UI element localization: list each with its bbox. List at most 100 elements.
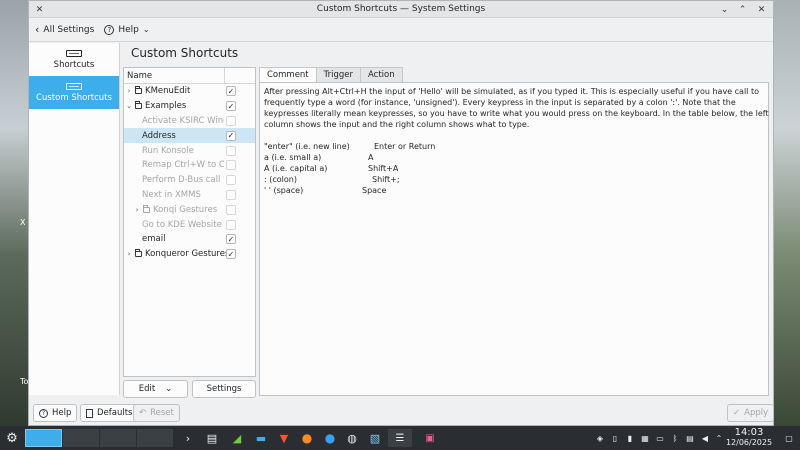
comment-input: ' ' (space) bbox=[264, 186, 304, 195]
row-checkbox[interactable] bbox=[226, 175, 236, 186]
tree-row[interactable]: Go to KDE Website bbox=[124, 217, 255, 232]
keyboard-layout-icon[interactable]: ▦ bbox=[639, 431, 651, 445]
edit-label: Edit bbox=[138, 384, 156, 394]
row-checkbox[interactable] bbox=[226, 115, 236, 126]
system-monitor-icon[interactable]: ▧ bbox=[366, 429, 384, 447]
chevron-right-icon[interactable]: › bbox=[125, 250, 133, 258]
settings-window: ✕ Custom Shortcuts — System Settings ⌄ ⌃… bbox=[28, 0, 775, 426]
comment-paragraph: After pressing Alt+Ctrl+H the input of '… bbox=[264, 87, 769, 129]
taskbar: ⚙ › ▤ ◢ ▬ ▼ ● ● ◍ ▧ ☰ ▣ ◈ ▯ ▮ ▦ ▭ ᛒ ▤ ◀ … bbox=[0, 426, 800, 450]
comment-input: a (i.e. small a) bbox=[264, 153, 322, 162]
tree-row[interactable]: › Konqueror Gestures ✓ bbox=[124, 247, 255, 262]
chevron-down-icon[interactable]: ⌄ bbox=[125, 102, 133, 110]
tree-row[interactable]: Remap Ctrl+W to Ct... bbox=[124, 158, 255, 173]
apply-label: Apply bbox=[744, 408, 769, 418]
activity-icon[interactable]: ◈ bbox=[594, 431, 606, 445]
file-manager-icon[interactable]: ▬ bbox=[252, 429, 270, 447]
virtual-desktop-4[interactable] bbox=[137, 429, 173, 447]
help-label: Help bbox=[52, 408, 72, 418]
row-checkbox[interactable]: ✓ bbox=[226, 130, 236, 141]
row-checkbox[interactable] bbox=[226, 219, 236, 230]
row-label: Next in XMMS bbox=[142, 189, 201, 200]
clipboard-icon[interactable]: ▯ bbox=[609, 431, 621, 445]
all-settings-button[interactable]: ‹ All Settings bbox=[35, 23, 94, 36]
help-icon: ? bbox=[39, 408, 48, 418]
tree-row[interactable]: ⌄ Examples ✓ bbox=[124, 99, 255, 114]
screenshot-tool-icon[interactable]: ▣ bbox=[418, 429, 442, 447]
folder-icon bbox=[143, 204, 150, 213]
check-icon: ✓ bbox=[733, 408, 741, 418]
tree-row[interactable]: Perform D-Bus call '... bbox=[124, 173, 255, 188]
tree-row[interactable]: Address ✓ bbox=[124, 128, 255, 144]
tree-row[interactable]: › Konqi Gestures bbox=[124, 202, 255, 217]
steam-icon[interactable]: ◍ bbox=[343, 429, 361, 447]
tab-comment[interactable]: Comment bbox=[259, 67, 317, 82]
bluetooth-icon[interactable]: ᛒ bbox=[669, 431, 681, 445]
brave-browser-icon[interactable]: ▼ bbox=[276, 429, 292, 447]
tree-row[interactable]: Activate KSIRC Wind... bbox=[124, 114, 255, 129]
row-label: Go to KDE Website bbox=[142, 219, 222, 230]
defaults-button[interactable]: Defaults bbox=[80, 404, 139, 422]
keep-above-icon[interactable]: ✕ bbox=[33, 3, 46, 16]
keyboard-icon bbox=[66, 49, 82, 57]
edit-button[interactable]: Edit ⌄ bbox=[123, 380, 188, 398]
minimize-icon[interactable]: ⌄ bbox=[718, 3, 731, 16]
tree-row[interactable]: › KMenuEdit ✓ bbox=[124, 84, 255, 99]
row-label: Perform D-Bus call '... bbox=[142, 175, 224, 186]
application-launcher-icon[interactable]: ⚙ bbox=[3, 429, 21, 447]
close-icon[interactable]: ✕ bbox=[755, 3, 768, 16]
row-label: Examples bbox=[145, 101, 187, 112]
terminal-icon[interactable]: › bbox=[181, 429, 195, 447]
comment-keys: Shift+; bbox=[372, 175, 400, 184]
row-label: Konqi Gestures bbox=[153, 204, 218, 215]
apply-button[interactable]: ✓ Apply bbox=[727, 404, 775, 422]
tree-row[interactable]: email ✓ bbox=[124, 232, 255, 247]
thunderbird-icon[interactable]: ● bbox=[321, 429, 339, 447]
sidebar-item-custom-shortcuts[interactable]: Custom Shortcuts bbox=[29, 76, 119, 109]
row-checkbox[interactable] bbox=[226, 204, 236, 215]
virtual-desktop-2[interactable] bbox=[63, 429, 99, 447]
comment-text-area[interactable]: After pressing Alt+Ctrl+H the input of '… bbox=[259, 82, 769, 396]
disk-icon[interactable]: ▭ bbox=[654, 431, 666, 445]
sidebar-item-label: Custom Shortcuts bbox=[36, 92, 112, 103]
row-checkbox[interactable]: ✓ bbox=[226, 86, 236, 97]
clock[interactable]: 14:03 12/06/2025 bbox=[724, 428, 774, 448]
page-title: Custom Shortcuts bbox=[131, 46, 239, 60]
name-column-header[interactable]: Name bbox=[127, 71, 152, 81]
reset-button[interactable]: ↶ Reset bbox=[133, 404, 180, 422]
comment-keys: Space bbox=[362, 186, 387, 195]
title-bar[interactable]: ✕ Custom Shortcuts — System Settings ⌄ ⌃… bbox=[29, 1, 773, 18]
tree-row[interactable]: Run Konsole bbox=[124, 143, 255, 158]
chevron-left-icon: ‹ bbox=[35, 23, 40, 36]
chevron-right-icon[interactable]: › bbox=[125, 87, 133, 95]
row-checkbox[interactable] bbox=[226, 145, 236, 156]
help-button[interactable]: ? Help bbox=[33, 404, 78, 422]
row-checkbox[interactable] bbox=[226, 160, 236, 171]
maximize-icon[interactable]: ⌃ bbox=[736, 3, 749, 16]
window-title: Custom Shortcuts — System Settings bbox=[316, 4, 486, 14]
chevron-right-icon[interactable]: › bbox=[133, 206, 141, 214]
tree-row[interactable]: Next in XMMS bbox=[124, 188, 255, 203]
help-menu-button[interactable]: ? Help ⌄ bbox=[104, 24, 150, 35]
settings-button[interactable]: Settings bbox=[192, 380, 256, 398]
tab-trigger[interactable]: Trigger bbox=[315, 67, 361, 82]
row-checkbox[interactable]: ✓ bbox=[226, 249, 236, 260]
bookmark-icon[interactable]: ▮ bbox=[624, 431, 636, 445]
row-checkbox[interactable]: ✓ bbox=[226, 234, 236, 245]
desktop-right-strip bbox=[774, 0, 800, 426]
virtual-desktop-1[interactable] bbox=[25, 429, 62, 447]
system-settings-task-icon[interactable]: ☰ bbox=[388, 429, 412, 447]
virtual-desktop-3[interactable] bbox=[100, 429, 136, 447]
task-manager-icon[interactable]: ▤ bbox=[204, 429, 220, 447]
row-checkbox[interactable]: ✓ bbox=[226, 101, 236, 112]
row-label: Konqueror Gestures bbox=[145, 249, 230, 260]
volume-icon[interactable]: ◀ bbox=[699, 431, 711, 445]
tab-action[interactable]: Action bbox=[359, 67, 403, 82]
nvidia-settings-icon[interactable]: ◢ bbox=[228, 429, 246, 447]
show-desktop-icon[interactable]: ▢ bbox=[782, 431, 796, 445]
network-icon[interactable]: ▤ bbox=[684, 431, 696, 445]
row-checkbox[interactable] bbox=[226, 189, 236, 200]
sidebar-item-shortcuts[interactable]: Shortcuts bbox=[29, 43, 119, 76]
comment-keys: Shift+A bbox=[368, 164, 399, 173]
firefox-icon[interactable]: ● bbox=[298, 429, 316, 447]
